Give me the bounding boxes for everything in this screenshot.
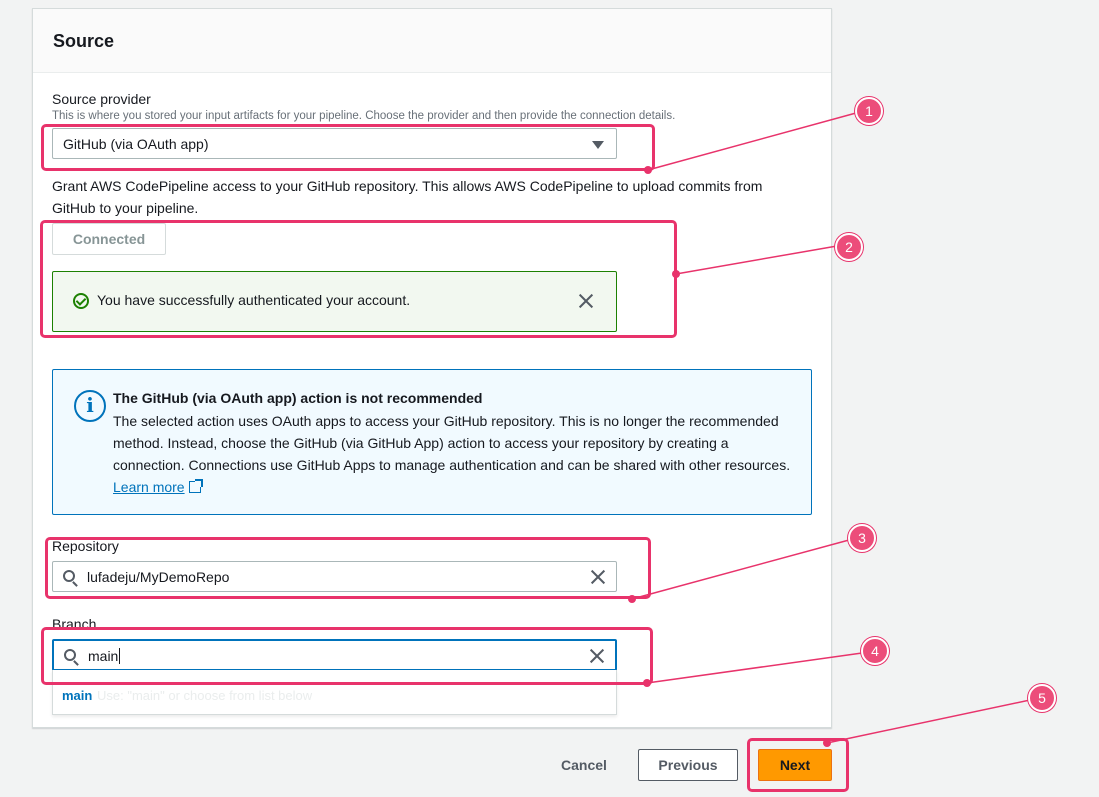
highlight-box <box>41 124 655 171</box>
annotation-dot <box>643 679 651 687</box>
annotation-badge: 4 <box>861 637 889 665</box>
annotation-dot <box>628 595 636 603</box>
highlight-box <box>45 537 651 599</box>
annotation-badge: 3 <box>848 524 876 552</box>
highlight-box <box>40 220 677 338</box>
annotation-dot <box>644 166 652 174</box>
annotation-dot <box>672 270 680 278</box>
annotation-badge: 2 <box>835 233 863 261</box>
highlight-box <box>747 738 849 792</box>
annotation-badge: 1 <box>855 97 883 125</box>
highlight-box <box>41 627 653 685</box>
annotation-dot <box>823 739 831 747</box>
annotation-badge: 5 <box>1028 684 1056 712</box>
